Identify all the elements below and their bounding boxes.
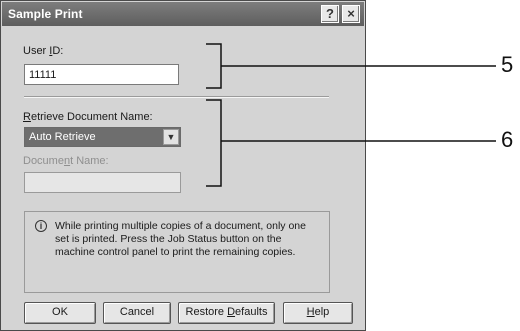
bracket-5 [206,43,222,89]
bracket-6 [206,99,222,187]
callout-label-5: 5 [501,52,514,77]
callout-label-6: 6 [501,127,514,152]
callout-lines [206,43,496,187]
